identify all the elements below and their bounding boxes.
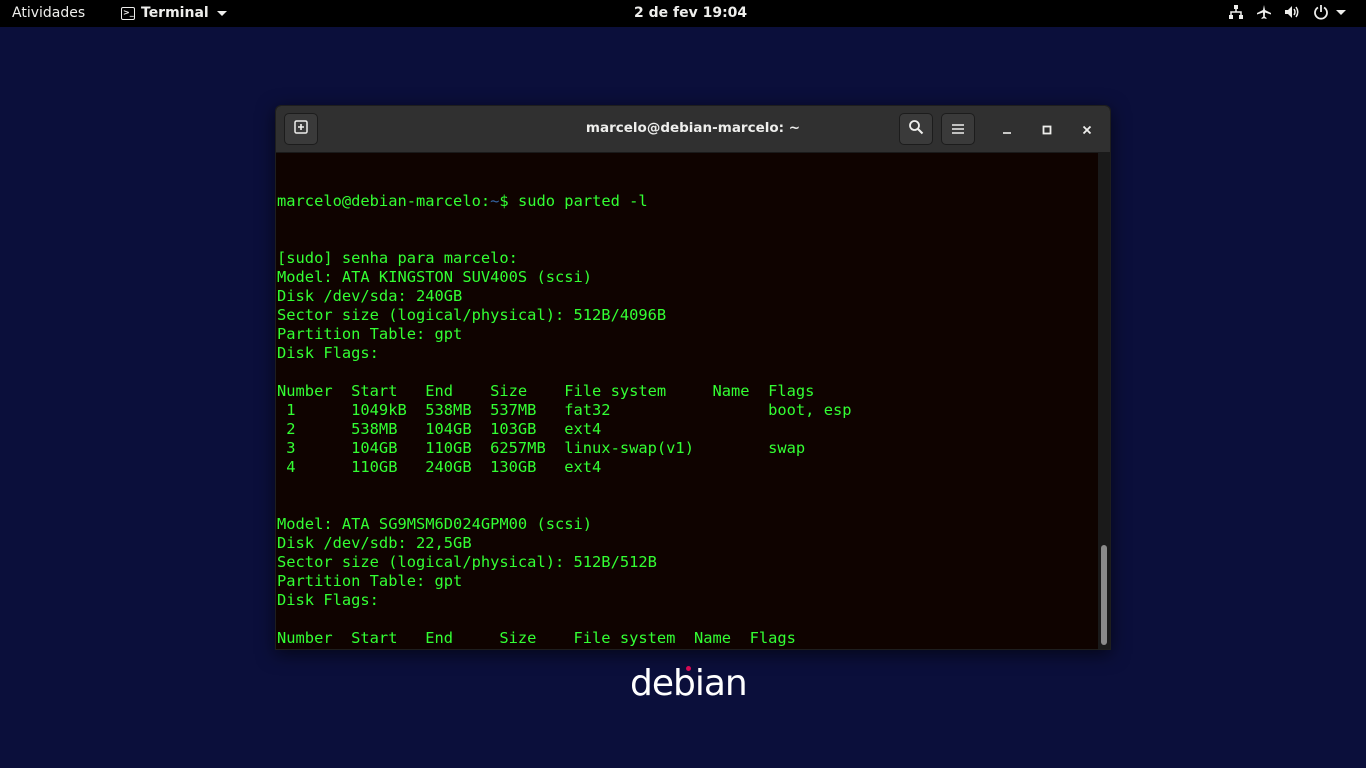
output-line: Disk /dev/sdb: 22,5GB: [277, 534, 472, 552]
output-line: [sudo] senha para marcelo:: [277, 249, 518, 267]
airplane-icon: [1256, 4, 1272, 20]
minimize-button[interactable]: [995, 117, 1019, 141]
close-button[interactable]: [1075, 117, 1099, 141]
output-line: 4 110GB 240GB 130GB ext4: [277, 458, 602, 476]
search-icon: [908, 119, 924, 139]
output-line: Model: ATA KINGSTON SUV400S (scsi): [277, 268, 593, 286]
output-line: 3 104GB 110GB 6257MB linux-swap(v1) swap: [277, 439, 806, 457]
prompt-symbol: $: [499, 192, 518, 210]
top-bar: Atividades >_ Terminal 2 de fev 19:04: [0, 0, 1366, 27]
chevron-down-icon: [1336, 9, 1346, 15]
window-title: marcelo@debian-marcelo: ~: [585, 120, 801, 136]
output-line: Number Start End Size File system Name F…: [277, 629, 796, 647]
output-line: Partition Table: gpt: [277, 572, 463, 590]
minimize-icon: [1002, 120, 1012, 139]
output-line: Model: ATA SG9MSM6D024GPM00 (scsi): [277, 515, 593, 533]
prompt-user: marcelo@debian-marcelo: [277, 192, 481, 210]
network-icon: [1228, 4, 1244, 20]
clock[interactable]: 2 de fev 19:04: [634, 5, 747, 21]
terminal-scrollbar[interactable]: [1098, 153, 1110, 649]
terminal-output[interactable]: marcelo@debian-marcelo:~$ sudo parted -l…: [276, 153, 1098, 649]
output-line: Disk /dev/sda: 240GB: [277, 287, 463, 305]
menu-icon: [951, 120, 965, 139]
output-line: Number Start End Size File system Name F…: [277, 382, 815, 400]
terminal-icon: >_: [121, 6, 135, 20]
debian-logo-dot: [686, 666, 691, 671]
output-line: 1 1049kB 538MB 537MB fat32 boot, esp: [277, 401, 852, 419]
scrollbar-thumb[interactable]: [1101, 545, 1107, 645]
prompt-colon: :: [480, 192, 491, 210]
output-line: Disk Flags:: [277, 591, 379, 609]
command-line: marcelo@debian-marcelo:~$ sudo parted -l: [277, 192, 852, 211]
output-line: Sector size (logical/physical): 512B/512…: [277, 553, 657, 571]
output-line: Disk Flags:: [277, 344, 379, 362]
search-button[interactable]: [899, 113, 933, 145]
app-menu-button[interactable]: >_ Terminal: [121, 5, 227, 21]
output-line: Partition Table: gpt: [277, 325, 463, 343]
maximize-button[interactable]: [1035, 117, 1059, 141]
terminal-window: marcelo@debian-marcelo: ~ marcelo@debian…: [275, 105, 1111, 650]
output-line: Sector size (logical/physical): 512B/409…: [277, 306, 667, 324]
menu-button[interactable]: [941, 113, 975, 145]
window-headerbar[interactable]: marcelo@debian-marcelo: ~: [276, 106, 1110, 153]
chevron-down-icon: [216, 10, 227, 16]
close-icon: [1082, 120, 1092, 139]
maximize-icon: [1042, 120, 1052, 139]
output-lines: [sudo] senha para marcelo: Model: ATA KIN…: [277, 249, 852, 649]
volume-icon: [1284, 4, 1301, 20]
output-line: 1 20,5kB 22,5GB 22,5GB fat32 msftdata: [277, 648, 852, 649]
activities-button[interactable]: Atividades: [12, 5, 85, 21]
system-status-menu[interactable]: [1228, 4, 1346, 20]
power-icon: [1313, 4, 1346, 20]
app-menu-label: Terminal: [141, 5, 209, 21]
output-line: 2 538MB 104GB 103GB ext4: [277, 420, 602, 438]
command-text: sudo parted -l: [517, 192, 648, 210]
